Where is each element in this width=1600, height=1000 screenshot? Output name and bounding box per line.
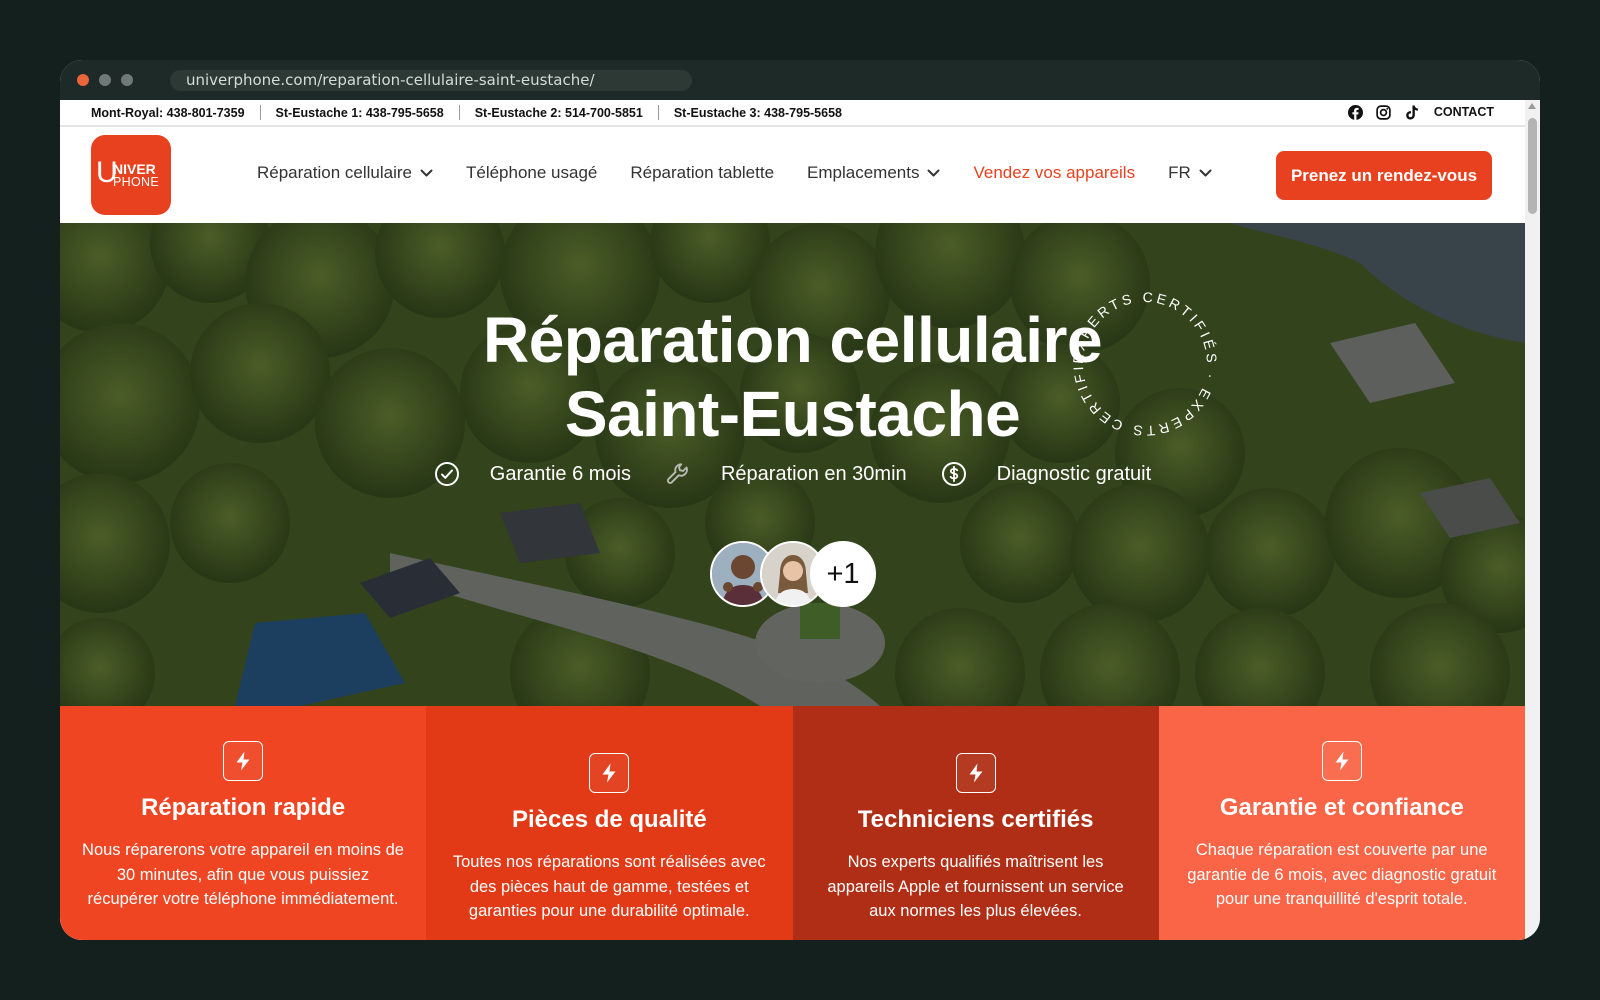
instagram-icon[interactable] bbox=[1376, 104, 1392, 120]
logo-line-1: NIVER bbox=[113, 161, 156, 177]
language-label: FR bbox=[1168, 163, 1191, 182]
certified-experts-badge: EXPERTS CERTIFIÉS · EXPERTS CERTIFIÉS · bbox=[1070, 289, 1220, 439]
badge-ring-text: EXPERTS CERTIFIÉS · EXPERTS CERTIFIÉS · bbox=[1070, 289, 1217, 439]
minimize-window-button[interactable] bbox=[99, 74, 111, 86]
hero-title-line-2: Saint-Eustache bbox=[564, 378, 1021, 450]
card-title: Techniciens certifiés bbox=[857, 806, 1094, 833]
feature-diagnostic: Diagnostic gratuit bbox=[941, 461, 1152, 487]
nav-telephone-usage[interactable]: Téléphone usagé bbox=[466, 163, 597, 183]
scrollbar-thumb[interactable] bbox=[1528, 118, 1537, 214]
wrench-icon bbox=[665, 461, 691, 487]
hero-section: Réparation cellulaire Saint-Eustache EXP… bbox=[60, 223, 1525, 706]
card-text: Chaque réparation est couverte par une g… bbox=[1187, 841, 1497, 908]
language-selector[interactable]: FR bbox=[1168, 163, 1212, 183]
scroll-up-arrow[interactable] bbox=[1528, 103, 1536, 109]
facebook-icon[interactable] bbox=[1348, 104, 1364, 120]
lightning-icon bbox=[589, 753, 630, 793]
nav-reparation-cellulaire[interactable]: Réparation cellulaire bbox=[257, 163, 433, 183]
nav-vendez-vos-appareils[interactable]: Vendez vos appareils bbox=[973, 163, 1135, 183]
feature-garantie: Garantie 6 mois bbox=[434, 461, 631, 487]
card-title: Pièces de qualité bbox=[511, 806, 707, 833]
close-window-button[interactable] bbox=[77, 74, 89, 86]
phone-st-eustache-2[interactable]: St-Eustache 2: 514-700-5851 bbox=[475, 106, 643, 120]
nav-emplacements[interactable]: Emplacements bbox=[807, 163, 940, 183]
feature-cards: Réparation rapide Nous réparerons votre … bbox=[60, 706, 1525, 940]
dollar-circle-icon bbox=[941, 461, 967, 487]
more-avatars-count: +1 bbox=[810, 541, 876, 607]
divider bbox=[458, 105, 460, 120]
nav-label: Réparation tablette bbox=[630, 163, 775, 182]
main-menu: Réparation cellulaire Téléphone usagé Ré… bbox=[257, 163, 1245, 183]
hero-features: Garantie 6 mois Réparation en 30min Diag… bbox=[60, 461, 1525, 487]
phone-st-eustache-3[interactable]: St-Eustache 3: 438-795-5658 bbox=[674, 106, 842, 120]
nav-label: Emplacements bbox=[807, 163, 920, 182]
divider bbox=[259, 105, 261, 120]
univerphone-logo[interactable]: U NIVER PHONE bbox=[91, 135, 171, 215]
logo-line-2: PHONE bbox=[113, 175, 159, 189]
nav-label: Réparation cellulaire bbox=[257, 163, 412, 182]
page-scrollbar[interactable] bbox=[1525, 100, 1540, 940]
card-title: Réparation rapide bbox=[141, 794, 346, 821]
nav-label: Téléphone usagé bbox=[465, 163, 598, 182]
feature-label: Diagnostic gratuit bbox=[996, 462, 1152, 485]
browser-window: univerphone.com/reparation-cellulaire-sa… bbox=[60, 60, 1540, 940]
phone-mont-royal[interactable]: Mont-Royal: 438-801-7359 bbox=[91, 106, 245, 120]
nav-reparation-tablette[interactable]: Réparation tablette bbox=[630, 163, 774, 183]
card-text: Nous réparerons votre appareil en moins … bbox=[82, 841, 404, 908]
chevron-down-icon bbox=[420, 169, 433, 177]
webpage: Mont-Royal: 438-801-7359 St-Eustache 1: … bbox=[60, 100, 1525, 940]
chevron-down-icon bbox=[1199, 169, 1212, 177]
svg-text:EXPERTS CERTIFIÉS · EXPERTS CE: EXPERTS CERTIFIÉS · EXPERTS CERTIFIÉS · bbox=[1070, 289, 1220, 439]
top-contact-bar: Mont-Royal: 438-801-7359 St-Eustache 1: … bbox=[60, 100, 1525, 127]
check-circle-icon bbox=[434, 461, 460, 487]
tiktok-icon[interactable] bbox=[1404, 104, 1420, 120]
address-bar[interactable]: univerphone.com/reparation-cellulaire-sa… bbox=[170, 70, 692, 91]
card-techniciens-certifies: Techniciens certifiés Nos experts qualif… bbox=[792, 706, 1159, 940]
book-appointment-button[interactable]: Prenez un rendez-vous bbox=[1276, 151, 1492, 200]
feature-reparation: Réparation en 30min bbox=[665, 461, 907, 487]
card-title: Garantie et confiance bbox=[1219, 794, 1464, 821]
phone-list: Mont-Royal: 438-801-7359 St-Eustache 1: … bbox=[91, 105, 842, 120]
card-text: Toutes nos réparations sont réalisées av… bbox=[452, 853, 766, 920]
nav-label: Vendez vos appareils bbox=[973, 163, 1136, 182]
feature-label: Garantie 6 mois bbox=[489, 462, 631, 485]
card-reparation-rapide: Réparation rapide Nous réparerons votre … bbox=[60, 706, 427, 940]
hero-title: Réparation cellulaire Saint-Eustache bbox=[60, 303, 1525, 451]
social-links: CONTACT bbox=[1348, 104, 1494, 120]
feature-label: Réparation en 30min bbox=[720, 462, 907, 485]
contact-link[interactable]: CONTACT bbox=[1434, 105, 1494, 119]
lightning-icon bbox=[955, 753, 996, 793]
main-navbar: U NIVER PHONE Réparation cellulaire Télé… bbox=[60, 127, 1525, 223]
card-pieces-de-qualite: Pièces de qualité Toutes nos réparations… bbox=[426, 706, 793, 940]
card-garantie-et-confiance: Garantie et confiance Chaque réparation … bbox=[1158, 706, 1525, 940]
phone-st-eustache-1[interactable]: St-Eustache 1: 438-795-5658 bbox=[276, 106, 444, 120]
maximize-window-button[interactable] bbox=[121, 74, 133, 86]
hero-title-line-1: Réparation cellulaire bbox=[482, 304, 1103, 376]
browser-titlebar: univerphone.com/reparation-cellulaire-sa… bbox=[60, 60, 1540, 100]
divider bbox=[657, 105, 659, 120]
lightning-icon bbox=[223, 741, 263, 781]
card-text: Nos experts qualifiés maîtrisent les app… bbox=[827, 853, 1124, 920]
lightning-icon bbox=[1321, 741, 1362, 781]
chevron-down-icon bbox=[927, 169, 940, 177]
